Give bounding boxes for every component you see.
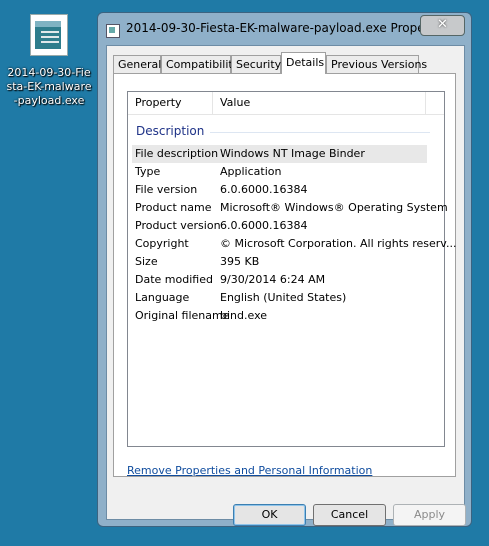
cancel-button[interactable]: Cancel [313, 504, 386, 526]
list-row-file-description[interactable]: File description Windows NT Image Binder [132, 145, 427, 163]
desktop-file-item[interactable]: 2014-09-30-Fiesta-EK-malware-payload.exe [6, 14, 92, 108]
row-property: Copyright [135, 237, 189, 250]
remove-properties-link[interactable]: Remove Properties and Personal Informati… [127, 464, 372, 477]
tab-previous-versions[interactable]: Previous Versions [326, 55, 427, 73]
tab-general[interactable]: General [113, 55, 161, 73]
window-title: 2014-09-30-Fiesta-EK-malware-payload.exe… [126, 21, 452, 35]
dialog-client-area: General Compatibility Security Details P… [106, 45, 466, 526]
tab-security[interactable]: Security [231, 55, 281, 73]
list-row-date-modified[interactable]: Date modified 9/30/2014 6:24 AM [132, 271, 427, 289]
list-row-product-version[interactable]: Product version 6.0.6000.16384 [132, 217, 427, 235]
row-value: 6.0.6000.16384 [220, 183, 308, 196]
row-value: Application [220, 165, 282, 178]
window-app-icon [106, 24, 120, 38]
row-value: © Microsoft Corporation. All rights rese… [220, 237, 457, 250]
row-value: 395 KB [220, 255, 260, 268]
list-header: Property Value [128, 92, 444, 115]
apply-button[interactable]: Apply [393, 504, 466, 526]
group-header-description: Description [136, 124, 436, 140]
list-row-type[interactable]: Type Application [132, 163, 427, 181]
row-value: bind.exe [220, 309, 268, 322]
row-property: File version [135, 183, 198, 196]
close-button[interactable]: ✕ [420, 15, 465, 36]
row-property: Size [135, 255, 158, 268]
exe-file-icon [30, 14, 68, 56]
ok-button[interactable]: OK [233, 504, 306, 526]
list-row-language[interactable]: Language English (United States) [132, 289, 427, 307]
row-property: Language [135, 291, 190, 304]
list-row-size[interactable]: Size 395 KB [132, 253, 427, 271]
row-property: Original filename [135, 309, 230, 322]
list-row-product-name[interactable]: Product name Microsoft® Windows® Operati… [132, 199, 448, 217]
properties-window: 2014-09-30-Fiesta-EK-malware-payload.exe… [97, 12, 472, 527]
list-row-original-filename[interactable]: Original filename bind.exe [132, 307, 427, 325]
row-property: Product name [135, 201, 212, 214]
row-value: Windows NT Image Binder [220, 147, 365, 160]
row-property: Type [135, 165, 161, 178]
tab-compatibility[interactable]: Compatibility [161, 55, 239, 73]
details-list[interactable]: Property Value Description File descript… [127, 91, 456, 447]
desktop-file-label: 2014-09-30-Fiesta-EK-malware-payload.exe [6, 66, 92, 107]
title-bar[interactable]: 2014-09-30-Fiesta-EK-malware-payload.exe… [98, 13, 471, 45]
list-row-copyright[interactable]: Copyright © Microsoft Corporation. All r… [132, 235, 456, 253]
tab-details[interactable]: Details [281, 52, 326, 74]
list-row-file-version[interactable]: File version 6.0.6000.16384 [132, 181, 427, 199]
column-header-value[interactable]: Value [213, 92, 426, 114]
row-value: 9/30/2014 6:24 AM [220, 273, 326, 286]
row-property: Date modified [135, 273, 213, 286]
close-icon: ✕ [437, 17, 448, 32]
row-value: Microsoft® Windows® Operating System [220, 201, 448, 214]
row-property: File description [135, 147, 219, 160]
row-value: 6.0.6000.16384 [220, 219, 308, 232]
row-value: English (United States) [220, 291, 347, 304]
row-property: Product version [135, 219, 221, 232]
column-header-property[interactable]: Property [128, 92, 213, 114]
group-label: Description [136, 124, 205, 138]
